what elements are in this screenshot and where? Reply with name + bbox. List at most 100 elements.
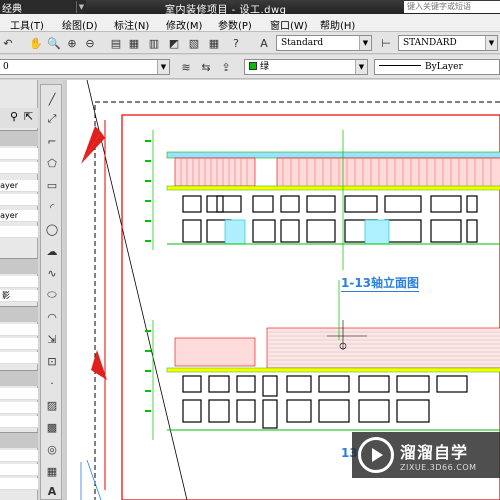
list-item[interactable] [0,148,38,160]
menu-parametric[interactable]: 参数(P) [218,17,252,32]
markup-icon[interactable]: ▧ [186,35,202,51]
text-style-value: Standard [281,38,324,48]
menu-bar: 工具(T) 绘图(D) 标注(N) 修改(M) 参数(P) 窗口(W) 帮助(H… [0,14,500,32]
point-icon[interactable]: · [44,375,60,391]
linetype-value: ByLayer [425,62,463,72]
make-block-icon[interactable]: ⊡ [44,353,60,369]
list-item[interactable] [0,402,38,414]
list-item[interactable] [0,194,38,206]
layer-state-icon[interactable]: ≋ [178,59,194,75]
menu-dimension[interactable]: 标注(N) [114,17,149,32]
undo-icon[interactable]: ↶ [0,35,16,51]
list-item[interactable]: 影 [0,290,38,302]
workspace-switcher[interactable]: 经典 ▼ [0,0,86,15]
palette-row-label: ayer [0,181,18,190]
palette-row-label: 影 [2,291,10,300]
line-icon[interactable]: ╱ [44,91,60,107]
quick-select-icon[interactable]: ⚲ [10,110,18,123]
list-item[interactable]: ayer [0,210,38,222]
upper-elevation [152,130,500,270]
watermark: 溜溜自学 ZIXUE.3D66.COM [352,432,500,478]
zoom-realtime-icon[interactable]: 🔍 [46,35,62,51]
list-item[interactable] [0,324,38,336]
list-item[interactable] [0,226,38,238]
layer-previous-icon[interactable]: ⇆ [198,59,214,75]
palette-section-header[interactable] [0,306,38,322]
list-item[interactable] [0,352,38,364]
pan-icon[interactable]: ✋ [28,35,44,51]
search-input[interactable]: 键入关键字或短语 [404,1,500,13]
ellipse-icon[interactable]: ⬭ [44,287,60,303]
layer-select[interactable]: 0 ▼ [0,59,170,75]
lower-elevation [152,280,500,440]
list-item[interactable] [0,478,38,490]
dim-style-value: STANDARD [403,38,457,48]
palette-section-header[interactable] [0,432,38,448]
ellipse-arc-icon[interactable]: ◠ [44,309,60,325]
palette-row-label: ayer [0,211,18,220]
palette-toolbar: ⚲ ⇱ [0,108,38,128]
make-current-icon[interactable]: ⇪ [218,59,234,75]
linetype-select[interactable]: ByLayer [374,59,500,75]
menu-draw[interactable]: 绘图(D) [62,17,98,32]
draw-toolbar: ╱ ⤢ ⌐ ⬠ ▭ ◜ ◯ ☁ ∿ ⬭ ◠ ⇲ ⊡ · ▨ ▩ ◎ ▦ A [40,84,62,500]
text-style-select[interactable]: Standard ▼ [276,35,372,51]
list-item[interactable] [0,276,38,288]
ucs-line [86,459,102,500]
chevron-down-icon[interactable]: ▼ [157,60,169,74]
arc-icon[interactable]: ◜ [44,199,60,215]
color-swatch [249,62,257,70]
menu-window[interactable]: 窗口(W) [270,17,308,32]
watermark-url: ZIXUE.3D66.COM [400,462,477,472]
calculator-icon[interactable]: ▦ [206,35,222,51]
chevron-down-icon[interactable]: ▼ [485,36,497,50]
list-item[interactable] [0,450,38,462]
tool-palettes-icon[interactable]: ▥ [146,35,162,51]
color-select[interactable]: 绿 ▼ [244,59,368,75]
gradient-icon[interactable]: ▩ [44,419,60,435]
palette-section-header[interactable] [0,258,38,274]
menu-help[interactable]: 帮助(H) [320,17,355,32]
chevron-down-icon[interactable]: ▼ [76,1,86,13]
palette-section-header[interactable] [0,370,38,386]
table-icon[interactable]: ▦ [44,463,60,479]
diagonal-line [86,80,188,500]
list-item[interactable] [0,464,38,476]
region-icon[interactable]: ◎ [44,441,60,457]
list-item[interactable] [0,162,38,174]
revision-cloud-icon[interactable]: ☁ [44,243,60,259]
spline-icon[interactable]: ∿ [44,265,60,281]
workspace-label: 经典 [2,3,22,15]
polygon-icon[interactable]: ⬠ [44,155,60,171]
construction-line-icon[interactable]: ⤢ [44,111,60,127]
zoom-window-icon[interactable]: ⊕ [64,35,80,51]
dim-style-icon: ⊢ [381,36,391,50]
chevron-down-icon[interactable]: ▼ [359,36,371,50]
dim-style-select[interactable]: STANDARD ▼ [398,35,498,51]
polyline-icon[interactable]: ⌐ [44,133,60,149]
hatch-icon[interactable]: ▨ [44,397,60,413]
properties-icon[interactable]: ▤ [108,35,124,51]
standard-toolbar: ↶ ✋ 🔍 ⊕ ⊖ ▤ ▦ ▥ ◩ ▧ ▦ ? A Standard ▼ ⊢ S… [0,32,500,54]
palette-section-header[interactable] [0,130,38,146]
list-item[interactable]: ayer [0,180,38,192]
insert-block-icon[interactable]: ⇲ [44,331,60,347]
multiline-text-icon[interactable]: A [44,483,60,499]
list-item[interactable] [0,388,38,400]
rectangle-icon[interactable]: ▭ [44,177,60,193]
list-item[interactable] [0,338,38,350]
circle-icon[interactable]: ◯ [44,221,60,237]
sheet-set-icon[interactable]: ◩ [166,35,182,51]
title-bar: 经典 ▼ 室内装修项目 - 设工.dwg 键入关键字或短语 [0,0,500,16]
help-icon[interactable]: ? [228,35,244,51]
list-item[interactable] [0,416,38,428]
design-center-icon[interactable]: ▦ [126,35,142,51]
select-objects-icon[interactable]: ⇱ [24,110,33,123]
menu-tools[interactable]: 工具(T) [10,17,44,32]
zoom-previous-icon[interactable]: ⊖ [82,35,98,51]
properties-palette: ⚲ ⇱ ayer ayer 影 [0,80,38,500]
menu-modify[interactable]: 修改(M) [166,17,202,32]
text-style-icon: A [260,36,268,50]
chevron-down-icon[interactable]: ▼ [355,60,367,74]
layers-toolbar: 0 ▼ ≋ ⇆ ⇪ 绿 ▼ ByLayer [0,55,500,79]
